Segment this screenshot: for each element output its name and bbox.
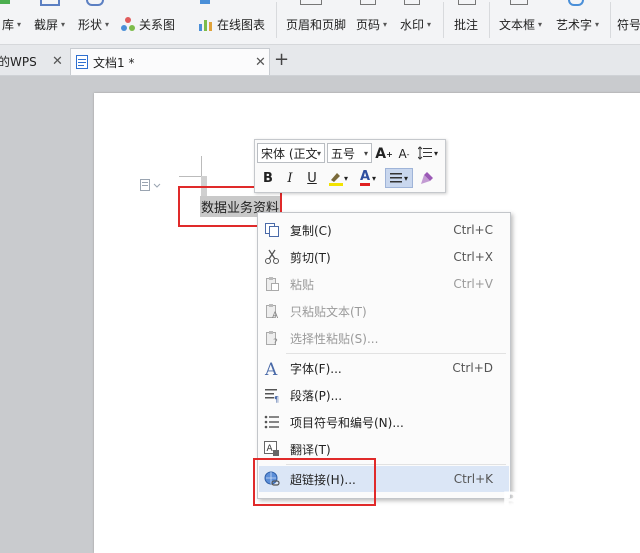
margin-corner-mark — [179, 156, 202, 177]
underline-button[interactable]: U — [303, 168, 321, 188]
close-icon[interactable]: ✕ — [52, 54, 63, 69]
gallery-icon — [0, 0, 10, 4]
chevron-down-icon: ▾ — [595, 19, 600, 29]
paste-text-icon: A — [266, 304, 279, 319]
font-color-button[interactable]: A ▾ — [355, 168, 381, 188]
line-spacing-icon — [417, 146, 432, 160]
tab-document1[interactable]: 文档1 * ✕ — [70, 48, 270, 75]
paste-special-icon: ? — [266, 331, 278, 346]
wordart-icon — [568, 0, 584, 6]
ribbon-relationship-button[interactable]: 关系图 — [120, 14, 175, 34]
chevron-down-icon: ▾ — [372, 173, 377, 183]
close-icon[interactable]: ✕ — [255, 55, 266, 70]
shape-icon — [86, 0, 104, 6]
ribbon-header-footer-button[interactable]: 页眉和页脚 — [286, 14, 346, 34]
ribbon-separator — [489, 2, 490, 38]
svg-text:A: A — [267, 444, 274, 454]
font-icon: A — [264, 360, 278, 376]
paste-icon — [266, 277, 279, 291]
chevron-down-icon: ▾ — [383, 19, 388, 29]
bullets-icon — [264, 415, 279, 429]
chevron-down-icon: ▾ — [316, 148, 321, 158]
ribbon-gallery-button[interactable]: 库 ▾ — [2, 14, 21, 34]
align-button[interactable]: ▾ — [385, 168, 413, 188]
format-painter-icon — [421, 172, 433, 184]
menu-item-bullets-numbering[interactable]: 项目符号和编号(N)... — [259, 409, 509, 435]
document-icon — [76, 55, 88, 69]
svg-text:?: ? — [273, 338, 278, 346]
bold-button[interactable]: B — [259, 168, 277, 188]
menu-item-paragraph[interactable]: ¶ 段落(P)... — [259, 382, 509, 408]
line-spacing-button[interactable]: ▾ — [415, 143, 441, 163]
chevron-down-icon: ▾ — [343, 173, 348, 183]
shrink-font-button[interactable]: A- — [395, 144, 413, 164]
ribbon-toolbar: 库 ▾ 截屏 ▾ 形状 ▾ 关系图 在线图表 页眉和页脚 页码 ▾ 水印 ▾ 批注 文本框… — [0, 0, 640, 45]
menu-item-paste-special[interactable]: ? 选择性粘贴(S)... — [259, 325, 509, 351]
header-footer-icon — [300, 0, 322, 5]
paragraph-icon: ¶ — [265, 389, 279, 403]
ribbon-symbol-button[interactable]: 符号 — [617, 14, 640, 34]
copy-icon — [265, 223, 279, 237]
ribbon-separator — [276, 2, 277, 38]
chevron-down-icon: ▾ — [403, 173, 408, 183]
document-tab-bar: 我的WPS ✕ 文档1 * ✕ + — [0, 45, 640, 76]
ribbon-online-chart-button[interactable]: 在线图表 — [198, 14, 265, 34]
menu-item-cut[interactable]: 剪切(T) Ctrl+X — [259, 244, 509, 270]
menu-item-font[interactable]: A 字体(F)... Ctrl+D — [259, 355, 509, 381]
highlight-color-button[interactable]: ▾ — [325, 168, 351, 188]
page-number-icon — [360, 0, 376, 5]
paragraph-handle-icon[interactable] — [140, 179, 162, 194]
highlight-box-hyperlink — [253, 458, 376, 506]
chevron-down-icon: ▾ — [61, 19, 66, 29]
menu-item-paste[interactable]: 粘贴 Ctrl+V — [259, 271, 509, 297]
menu-separator — [286, 353, 506, 354]
new-tab-button[interactable]: + — [274, 49, 289, 70]
relationship-icon — [121, 17, 135, 31]
comment-icon — [458, 0, 476, 5]
online-chart-top-icon — [200, 0, 210, 4]
baidu-jingyan-watermark: Baidu经验 jingyan.baidu.com — [502, 487, 634, 529]
align-center-icon — [389, 173, 402, 183]
bar-chart-icon — [199, 20, 212, 31]
chevron-down-icon: ▾ — [105, 19, 110, 29]
scissors-icon — [265, 249, 279, 264]
ribbon-separator — [610, 2, 611, 38]
ribbon-watermark-button[interactable]: 水印 ▾ — [400, 14, 431, 34]
font-size-combobox[interactable]: 五号 ▾ — [327, 143, 372, 163]
screenshot-icon — [40, 0, 60, 6]
grow-font-button[interactable]: A + — [375, 144, 393, 164]
watermark-icon — [404, 0, 420, 5]
highlighter-icon — [328, 173, 343, 186]
ribbon-comment-button[interactable]: 批注 — [454, 14, 478, 34]
chevron-down-icon: ▾ — [538, 19, 543, 29]
ribbon-textbox-button[interactable]: 文本框 ▾ — [499, 14, 542, 34]
ribbon-screenshot-button[interactable]: 截屏 ▾ — [34, 14, 65, 34]
menu-item-paste-text-only[interactable]: A 只粘贴文本(T) — [259, 298, 509, 324]
chevron-down-icon: ▾ — [363, 148, 368, 158]
svg-text:A: A — [272, 311, 279, 319]
chevron-down-icon: ▾ — [17, 19, 22, 29]
textbox-icon — [510, 0, 528, 5]
ribbon-page-number-button[interactable]: 页码 ▾ — [356, 14, 387, 34]
svg-text:¶: ¶ — [274, 395, 279, 403]
ribbon-wordart-button[interactable]: 艺术字 ▾ — [556, 14, 599, 34]
chevron-down-icon: ▾ — [427, 19, 432, 29]
format-painter-button[interactable] — [417, 168, 437, 188]
svg-text:A: A — [264, 360, 278, 376]
context-menu: 复制(C) Ctrl+C 剪切(T) Ctrl+X 粘贴 Ctrl+V A 只粘… — [257, 212, 511, 499]
floating-format-toolbar: 宋体 (正文 ▾ 五号 ▾ A + A- ▾ B I U ▾ A ▾ ▾ — [254, 139, 446, 193]
ribbon-shape-button[interactable]: 形状 ▾ — [78, 14, 109, 34]
translate-icon: A — [264, 441, 279, 456]
menu-item-copy[interactable]: 复制(C) Ctrl+C — [259, 217, 509, 243]
italic-button[interactable]: I — [281, 168, 299, 188]
font-name-combobox[interactable]: 宋体 (正文 ▾ — [257, 143, 325, 163]
chevron-down-icon: ▾ — [433, 148, 438, 158]
tab-my-wps[interactable]: 我的WPS ✕ — [0, 48, 68, 74]
ribbon-separator — [443, 2, 444, 38]
